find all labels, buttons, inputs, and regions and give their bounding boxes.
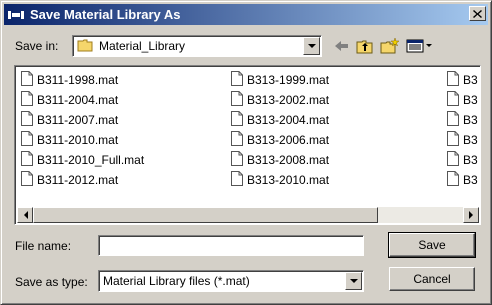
file-name-text: B311-2007.mat [37,113,119,127]
file-name-text: B313-2002.mat [247,93,330,107]
cancel-button[interactable]: Cancel [389,267,475,291]
app-icon [7,8,25,22]
list-item[interactable]: B3 [447,150,478,170]
up-folder-icon [356,40,373,54]
file-name-text: B3 [463,113,478,127]
document-icon [231,71,243,89]
title-bar[interactable]: Save Material Library As [4,4,488,25]
document-icon [447,91,459,109]
file-name-text: B3 [463,153,478,167]
scroll-left-button[interactable] [17,207,33,223]
chevron-down-icon [349,278,358,283]
file-column-1: B311-1998.mat B311-2004.mat B311-2007.ma… [21,70,144,190]
new-folder-icon [380,38,400,54]
list-item[interactable]: B3 [447,90,478,110]
save-as-type-combo[interactable]: Material Library files (*.mat) [98,270,364,292]
list-item[interactable]: B313-1999.mat [231,70,329,90]
list-item[interactable]: B311-1998.mat [21,70,144,90]
list-item[interactable]: B311-2012.mat [21,170,144,190]
save-in-value: Material_Library [99,39,186,53]
document-icon [231,111,243,129]
list-item[interactable]: B311-2007.mat [21,110,144,130]
document-icon [21,91,33,109]
up-folder-button[interactable] [354,37,376,55]
horizontal-scrollbar[interactable] [17,207,479,223]
document-icon [447,171,459,189]
document-icon [447,151,459,169]
save-as-type-value: Material Library files (*.mat) [103,274,250,288]
document-icon [231,131,243,149]
save-in-dropdown-button[interactable] [303,37,320,55]
list-item[interactable]: B313-2002.mat [231,90,329,110]
document-icon [21,171,33,189]
file-name-text: B311-1998.mat [37,73,119,87]
arrow-right-icon [468,211,473,219]
list-item[interactable]: B3 [447,70,478,90]
list-item[interactable]: B3 [447,110,478,130]
list-item[interactable]: B3 [447,130,478,150]
file-name-text: B313-2006.mat [247,133,330,147]
close-button[interactable] [469,6,486,21]
file-column-2: B313-1999.mat B313-2002.mat B313-2004.ma… [231,70,329,190]
file-name-text: B3 [463,173,478,187]
new-folder-button[interactable] [379,37,401,55]
close-icon [473,9,482,18]
list-item[interactable]: B311-2010_Full.mat [21,150,144,170]
list-item[interactable]: B311-2004.mat [21,90,144,110]
document-icon [447,71,459,89]
file-name-text: B3 [463,93,478,107]
save-button[interactable]: Save [388,232,476,258]
arrow-left-icon [23,211,28,219]
file-column-3: B3 B3 B3 B3 B3 B3 [447,70,478,190]
document-icon [21,71,33,89]
list-item[interactable]: B313-2008.mat [231,150,329,170]
file-name-field[interactable] [98,235,364,256]
file-name-text: B311-2010_Full.mat [37,153,145,167]
document-icon [231,91,243,109]
file-name-text: B313-2010.mat [247,173,330,187]
file-name-text: B311-2012.mat [37,173,119,187]
list-item[interactable]: B311-2010.mat [21,130,144,150]
save-as-type-dropdown-button[interactable] [345,272,362,290]
save-material-library-dialog: Save Material Library As Save in: Materi… [0,0,492,305]
save-in-combo[interactable]: Material_Library [72,35,322,57]
file-name-text: B311-2010.mat [37,133,119,147]
list-item[interactable]: B313-2004.mat [231,110,329,130]
folder-icon [77,38,93,55]
file-name-text: B3 [463,73,478,87]
view-menu-icon [406,39,432,53]
list-item[interactable]: B313-2006.mat [231,130,329,150]
document-icon [231,151,243,169]
scroll-thumb[interactable] [33,207,378,223]
document-icon [21,111,33,129]
file-name-text: B3 [463,133,478,147]
document-icon [447,111,459,129]
document-icon [447,131,459,149]
file-name-text: B313-1999.mat [247,73,330,87]
file-name-text: B313-2008.mat [247,153,330,167]
chevron-down-icon [307,43,316,48]
file-list[interactable]: B311-1998.mat B311-2004.mat B311-2007.ma… [14,65,481,225]
window-title: Save Material Library As [30,7,181,22]
scroll-right-button[interactable] [463,207,479,223]
file-name-text: B311-2004.mat [37,93,119,107]
file-name-label: File name: [15,239,72,253]
list-item[interactable]: B313-2010.mat [231,170,329,190]
document-icon [231,171,243,189]
file-name-text: B313-2004.mat [247,113,330,127]
back-button[interactable] [331,37,353,55]
list-item[interactable]: B3 [447,170,478,190]
back-icon [335,41,348,51]
document-icon [21,151,33,169]
save-as-type-label: Save as type: [15,275,88,289]
view-menu-button[interactable] [405,37,435,55]
document-icon [21,131,33,149]
save-in-label: Save in: [15,39,59,53]
